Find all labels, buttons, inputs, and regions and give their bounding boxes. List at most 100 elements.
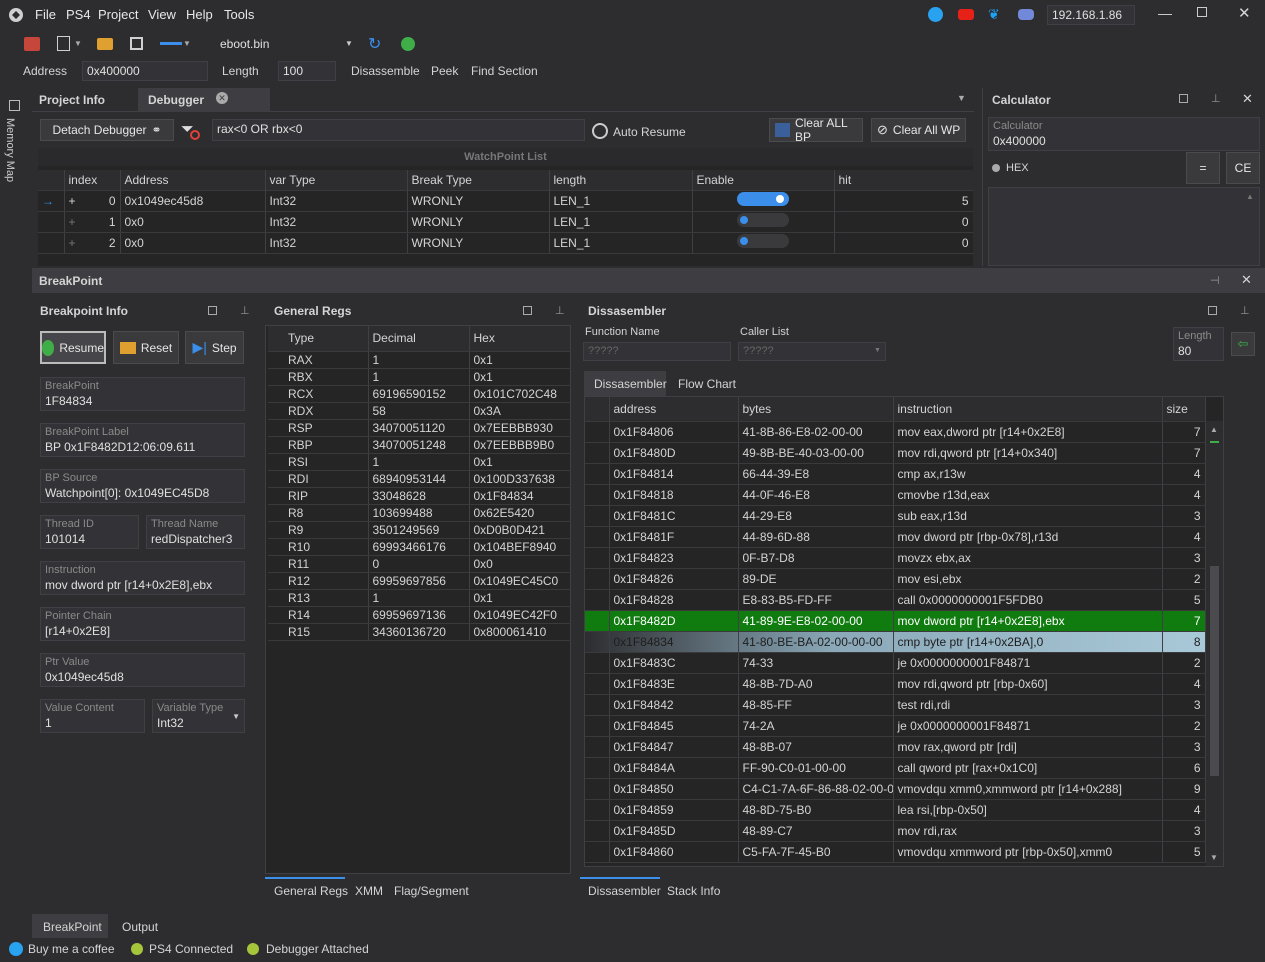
table-row[interactable]: 0x1F8485D 48-89-C7 mov rdi,rax 3 — [585, 820, 1206, 842]
col-header[interactable]: var Type — [265, 170, 408, 191]
tab-dissasembler-bottom[interactable]: Dissasembler — [588, 884, 661, 898]
maximize-panel-icon[interactable] — [1179, 94, 1188, 103]
table-row[interactable]: 0x1F84826 89-DE mov esi,ebx 2 — [585, 568, 1206, 590]
chevron-down-icon[interactable]: ▼ — [957, 93, 966, 103]
table-row[interactable]: 0x1F84823 0F-B7-D8 movzx ebx,ax 3 — [585, 547, 1206, 569]
tab-breakpoint[interactable]: BreakPoint — [43, 920, 102, 934]
clear-all-bp-button[interactable]: Clear ALL BP — [769, 116, 863, 144]
ip-field[interactable]: 192.168.1.86 — [1047, 5, 1135, 25]
detach-debugger-button[interactable]: Detach Debugger ⚭ — [40, 119, 174, 141]
close-tab-icon[interactable]: ✕ — [216, 92, 228, 104]
disasm-scrollbar[interactable]: ▲ ▼ — [1206, 421, 1223, 866]
col-header[interactable]: Break Type — [407, 170, 550, 191]
table-row[interactable]: 0x1F84847 48-8B-07 mov rax,qword ptr [rdi]… — [585, 736, 1206, 758]
pin-icon[interactable]: ⊥ — [555, 304, 565, 317]
layout-icon[interactable] — [160, 42, 182, 45]
col-header[interactable]: length — [549, 170, 693, 191]
scroll-thumb[interactable] — [1210, 566, 1219, 776]
col-header[interactable]: instruction — [893, 397, 1163, 422]
memory-map-tab[interactable]: Memory Map — [4, 118, 16, 182]
table-row[interactable]: R10 69993466176 0x104BEF8940 — [268, 538, 571, 556]
save-icon[interactable] — [130, 37, 143, 50]
table-row[interactable]: R14 69959697136 0x1049EC42F0 — [268, 606, 571, 624]
table-row[interactable]: 0x1F8484A FF-90-C0-01-00-00 call qword ptr… — [585, 757, 1206, 779]
pin-icon[interactable]: ⊥ — [1240, 304, 1250, 317]
table-row[interactable]: 0x1F8483C 74-33 je 0x0000000001F84871 2 — [585, 652, 1206, 674]
table-row[interactable]: 0x1F8483E 48-8B-7D-A0 mov rdi,qword ptr [r… — [585, 673, 1206, 695]
table-row[interactable]: RCX 69196590152 0x101C702C48 — [268, 385, 571, 403]
new-project-icon[interactable] — [57, 36, 70, 51]
expand-icon[interactable]: + — [69, 194, 76, 208]
expand-icon[interactable]: + — [69, 215, 76, 229]
table-row[interactable]: RBP 34070051248 0x7EEBBB9B0 — [268, 436, 571, 454]
chevron-down-icon[interactable]: ▼ — [183, 39, 191, 48]
filter-clear-icon[interactable] — [190, 130, 200, 140]
menu-file[interactable]: File — [35, 7, 56, 22]
table-row[interactable]: 0x1F84845 74-2A je 0x0000000001F84871 2 — [585, 715, 1206, 737]
scroll-down-icon[interactable]: ▼ — [1210, 853, 1218, 862]
table-row[interactable]: +2 0x0 Int32 WRONLY LEN_1 0 — [38, 232, 973, 254]
table-row[interactable]: 0x1F84859 48-8D-75-B0 lea rsi,[rbp-0x50] 4 — [585, 799, 1206, 821]
table-row[interactable]: 0x1F84860 C5-FA-7F-45-B0 vmovdqu xmmword p… — [585, 841, 1206, 863]
refresh-icon[interactable]: ↻ — [368, 34, 381, 54]
peek-button[interactable]: Peek — [431, 64, 458, 78]
function-name-input[interactable]: ????? — [583, 342, 731, 361]
table-row[interactable]: RIP 33048628 0x1F84834 — [268, 487, 571, 505]
expand-icon[interactable]: + — [69, 236, 76, 250]
youtube-icon[interactable] — [958, 9, 974, 20]
col-header[interactable]: Hex — [469, 326, 571, 352]
find-section-button[interactable]: Find Section — [471, 64, 538, 78]
menu-project[interactable]: Project — [98, 7, 138, 22]
address-input[interactable]: 0x400000 — [82, 61, 208, 81]
pin-icon[interactable]: ⊥ — [1211, 92, 1221, 105]
step-button[interactable]: ▶| Step — [185, 331, 244, 364]
equals-button[interactable]: = — [1186, 152, 1220, 184]
length-input[interactable]: 100 — [278, 61, 336, 81]
table-row[interactable]: 0x1F84806 41-8B-86-E8-02-00-00 mov eax,dwo… — [585, 421, 1206, 443]
table-row[interactable]: 0x1F8480D 49-8B-BE-40-03-00-00 mov rdi,qwo… — [585, 442, 1206, 464]
table-row[interactable]: 0x1F84842 48-85-FF test rdi,rdi 3 — [585, 694, 1206, 716]
twitter-icon[interactable]: ❦ — [988, 6, 1000, 23]
reset-button[interactable]: Reset — [113, 331, 179, 364]
tab-xmm[interactable]: XMM — [355, 884, 383, 898]
minimize-button[interactable]: — — [1158, 5, 1172, 21]
tab-dissasembler[interactable]: Dissasembler — [594, 377, 667, 391]
col-header[interactable]: Type — [268, 326, 369, 352]
table-row[interactable]: 0x1F84814 66-44-39-E8 cmp ax,r13w 4 — [585, 463, 1206, 485]
buy-coffee-link[interactable]: Buy me a coffee — [28, 942, 115, 956]
length-field[interactable]: Length 80 — [1173, 327, 1224, 361]
scroll-up-icon[interactable]: ▲ — [1210, 425, 1218, 434]
table-row[interactable]: +1 0x0 Int32 WRONLY LEN_1 0 — [38, 211, 973, 233]
go-button[interactable]: ⇦ — [1231, 332, 1255, 356]
run-icon[interactable] — [401, 37, 415, 51]
maximize-panel-icon[interactable] — [523, 306, 532, 315]
close-icon[interactable]: ✕ — [1242, 91, 1253, 107]
calculator-field[interactable]: Calculator 0x400000 — [988, 117, 1260, 151]
resume-button[interactable]: Resume — [40, 331, 106, 364]
table-row[interactable]: 0x1F84818 44-0F-46-E8 cmovbe r13d,eax 4 — [585, 484, 1206, 506]
table-row[interactable]: 0x1F8481C 44-29-E8 sub eax,r13d 3 — [585, 505, 1206, 527]
col-header[interactable]: size — [1162, 397, 1206, 422]
clear-all-wp-button[interactable]: ⊘ Clear All WP — [871, 118, 966, 142]
chevron-down-icon[interactable]: ▼ — [345, 39, 353, 48]
menu-view[interactable]: View — [148, 7, 176, 22]
open-folder-icon[interactable] — [97, 38, 113, 50]
close-window-button[interactable]: ✕ — [1238, 4, 1251, 22]
col-header[interactable]: hit — [834, 170, 973, 191]
process-select[interactable]: eboot.bin — [220, 37, 269, 51]
table-row[interactable]: R11 0 0x0 — [268, 555, 571, 573]
tab-flow-chart[interactable]: Flow Chart — [678, 377, 736, 391]
table-row[interactable]: R13 1 0x1 — [268, 589, 571, 607]
hex-radio[interactable] — [992, 164, 1000, 172]
table-row[interactable]: R15 34360136720 0x800061410 — [268, 623, 571, 641]
table-row[interactable]: 0x1F84828 E8-83-B5-FD-FF call 0x0000000001… — [585, 589, 1206, 611]
close-icon[interactable]: ✕ — [1241, 272, 1252, 288]
col-header[interactable]: Enable — [692, 170, 835, 191]
maximize-button[interactable] — [1197, 7, 1207, 17]
caller-list-select[interactable]: ????? — [738, 342, 886, 361]
table-row[interactable]: RDI 68940953144 0x100D337638 — [268, 470, 571, 488]
enable-toggle[interactable] — [737, 192, 789, 206]
table-row[interactable]: RAX 1 0x1 — [268, 351, 571, 369]
table-row[interactable]: R12 69959697856 0x1049EC45C0 — [268, 572, 571, 590]
discord-icon[interactable] — [1018, 9, 1034, 20]
